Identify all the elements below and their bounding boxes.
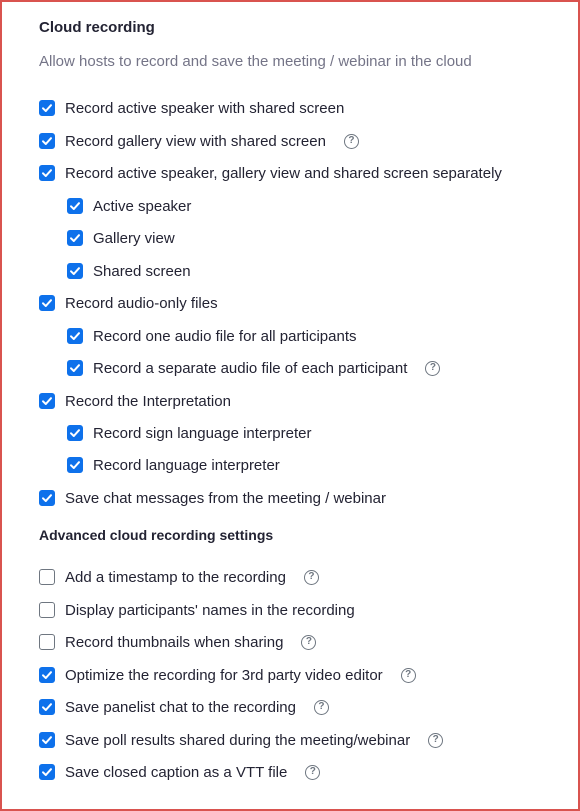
option-label: Save poll results shared during the meet… [65, 731, 411, 749]
checkbox[interactable] [67, 263, 83, 279]
checkbox[interactable] [39, 393, 55, 409]
checkbox[interactable] [39, 764, 55, 780]
checkbox[interactable] [67, 425, 83, 441]
option-label: Add a timestamp to the recording [65, 568, 286, 586]
option-active-speaker[interactable]: Active speaker [67, 195, 191, 217]
checkmark-icon [42, 703, 52, 711]
option-label: Active speaker [93, 197, 192, 215]
option-one-audio-file[interactable]: Record one audio file for all participan… [67, 325, 356, 347]
checkmark-icon [70, 267, 80, 275]
option-save-closed-caption-vtt[interactable]: Save closed caption as a VTT file ? [39, 761, 321, 783]
option-shared-screen[interactable]: Shared screen [67, 260, 191, 282]
help-icon[interactable]: ? [343, 133, 359, 149]
checkmark-icon [42, 736, 52, 744]
help-icon[interactable]: ? [425, 360, 441, 376]
checkbox[interactable] [39, 732, 55, 748]
option-sign-language-interpreter[interactable]: Record sign language interpreter [67, 422, 311, 444]
checkmark-icon [42, 169, 52, 177]
checkbox[interactable] [67, 198, 83, 214]
checkmark-icon [42, 137, 52, 145]
option-label: Gallery view [93, 229, 175, 247]
option-label: Record one audio file for all participan… [93, 327, 357, 345]
checkbox[interactable] [39, 295, 55, 311]
checkbox[interactable] [39, 165, 55, 181]
checkmark-icon [42, 104, 52, 112]
cloud-recording-description: Allow hosts to record and save the meeti… [39, 53, 472, 70]
option-label: Record active speaker with shared screen [65, 99, 345, 117]
option-label: Save closed caption as a VTT file [65, 763, 288, 781]
option-optimize-3rd-party-editor[interactable]: Optimize the recording for 3rd party vid… [39, 664, 416, 686]
option-record-interpretation[interactable]: Record the Interpretation [39, 390, 231, 412]
checkmark-icon [70, 461, 80, 469]
checkmark-icon [42, 397, 52, 405]
cloud-recording-title: Cloud recording [39, 19, 155, 36]
checkmark-icon [70, 332, 80, 340]
option-separate-audio-files[interactable]: Record a separate audio file of each par… [67, 357, 441, 379]
checkbox[interactable] [39, 667, 55, 683]
option-label: Record the Interpretation [65, 392, 231, 410]
option-label: Record language interpreter [93, 456, 280, 474]
option-save-panelist-chat[interactable]: Save panelist chat to the recording ? [39, 696, 329, 718]
option-add-timestamp[interactable]: Add a timestamp to the recording ? [39, 566, 319, 588]
help-icon[interactable]: ? [400, 667, 416, 683]
option-label: Save panelist chat to the recording [65, 698, 296, 716]
option-display-participant-names[interactable]: Display participants' names in the recor… [39, 599, 355, 621]
option-label: Shared screen [93, 262, 191, 280]
option-label: Record gallery view with shared screen [65, 132, 326, 150]
checkmark-icon [70, 202, 80, 210]
option-label: Optimize the recording for 3rd party vid… [65, 666, 383, 684]
checkmark-icon [42, 671, 52, 679]
checkbox[interactable] [39, 569, 55, 585]
help-icon[interactable]: ? [301, 634, 317, 650]
checkmark-icon [70, 234, 80, 242]
advanced-settings-title: Advanced cloud recording settings [39, 527, 274, 543]
option-language-interpreter[interactable]: Record language interpreter [67, 454, 280, 476]
option-record-separately[interactable]: Record active speaker, gallery view and … [39, 162, 502, 184]
checkbox[interactable] [39, 133, 55, 149]
checkbox[interactable] [39, 634, 55, 650]
checkmark-icon [42, 299, 52, 307]
checkmark-icon [70, 429, 80, 437]
option-save-chat-messages[interactable]: Save chat messages from the meeting / we… [39, 487, 386, 509]
option-record-gallery-view-shared-screen[interactable]: Record gallery view with shared screen ? [39, 130, 359, 152]
checkmark-icon [42, 494, 52, 502]
checkbox[interactable] [67, 230, 83, 246]
option-label: Record sign language interpreter [93, 424, 312, 442]
cloud-recording-panel: Cloud recording Allow hosts to record an… [0, 0, 580, 811]
checkbox[interactable] [67, 328, 83, 344]
checkbox[interactable] [39, 490, 55, 506]
option-save-poll-results[interactable]: Save poll results shared during the meet… [39, 729, 444, 751]
help-icon[interactable]: ? [313, 699, 329, 715]
checkbox[interactable] [39, 100, 55, 116]
checkmark-icon [42, 768, 52, 776]
checkmark-icon [70, 364, 80, 372]
option-gallery-view[interactable]: Gallery view [67, 227, 175, 249]
option-label: Record audio-only files [65, 294, 218, 312]
option-label: Save chat messages from the meeting / we… [65, 489, 386, 507]
option-label: Record a separate audio file of each par… [93, 359, 408, 377]
checkbox[interactable] [39, 699, 55, 715]
option-record-thumbnails[interactable]: Record thumbnails when sharing ? [39, 631, 317, 653]
option-record-audio-only[interactable]: Record audio-only files [39, 292, 218, 314]
help-icon[interactable]: ? [428, 732, 444, 748]
option-label: Record active speaker, gallery view and … [65, 164, 502, 182]
help-icon[interactable]: ? [305, 764, 321, 780]
help-icon[interactable]: ? [303, 569, 319, 585]
option-record-active-speaker-shared-screen[interactable]: Record active speaker with shared screen [39, 97, 344, 119]
checkbox[interactable] [39, 602, 55, 618]
checkbox[interactable] [67, 457, 83, 473]
option-label: Record thumbnails when sharing [65, 633, 284, 651]
checkbox[interactable] [67, 360, 83, 376]
option-label: Display participants' names in the recor… [65, 601, 355, 619]
